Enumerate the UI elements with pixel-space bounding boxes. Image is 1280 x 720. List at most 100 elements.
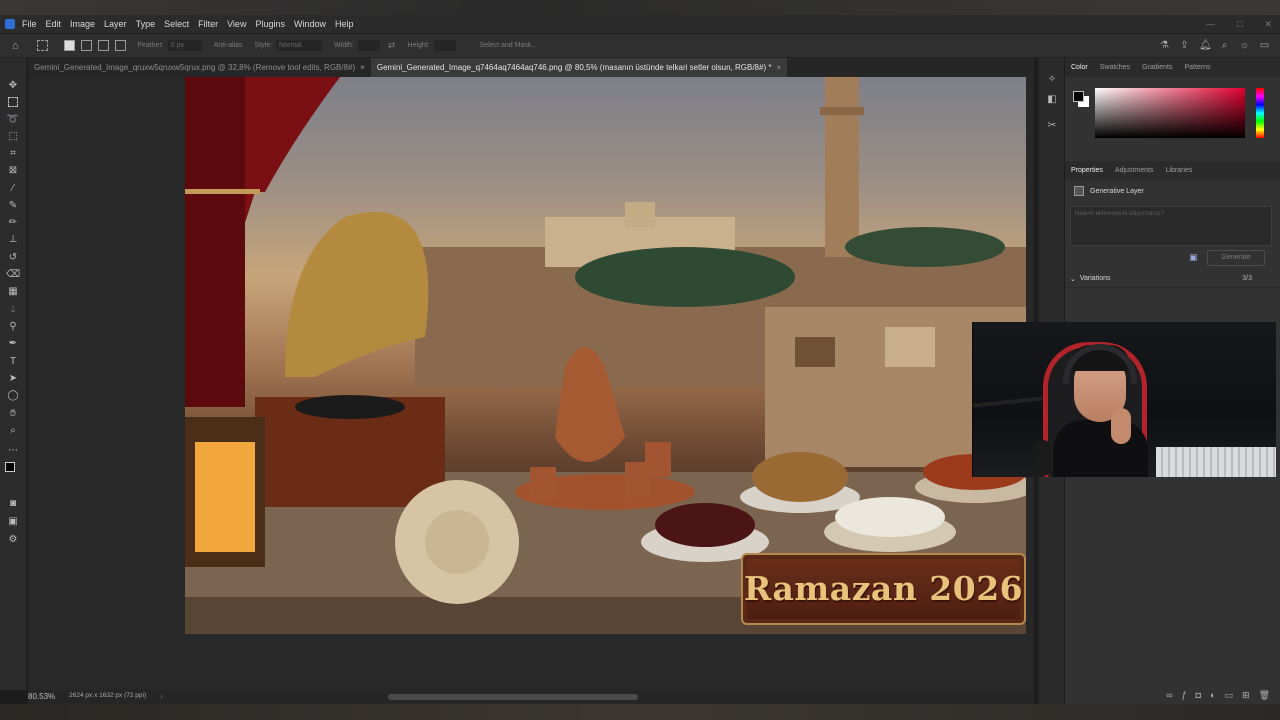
tab-color[interactable]: Color — [1071, 64, 1088, 71]
fx-icon[interactable]: ƒ — [1182, 690, 1187, 700]
lasso-tool-icon[interactable]: ➰ — [6, 114, 20, 126]
marquee-tool-icon[interactable] — [36, 40, 48, 51]
variations-row[interactable]: ⌄ Variations 3/3 — [1065, 270, 1280, 288]
discover-icon[interactable]: ✧ — [1046, 74, 1058, 86]
menu-layer[interactable]: Layer — [104, 19, 127, 29]
artwork-canvas[interactable]: Ramazan 2026 — [185, 77, 1026, 634]
quick-mask-icon[interactable]: ◙ — [6, 498, 20, 510]
tab-swatches[interactable]: Swatches — [1100, 64, 1130, 71]
menu-type[interactable]: Type — [136, 19, 156, 29]
bell-icon[interactable]: 🔔︎ — [1199, 40, 1212, 51]
menu-window[interactable]: Window — [294, 19, 326, 29]
menu-image[interactable]: Image — [70, 19, 95, 29]
group-icon[interactable]: ▭ — [1225, 690, 1234, 701]
bottom-strip — [0, 704, 1280, 720]
tab-adjustments[interactable]: Adjustments — [1115, 167, 1154, 174]
color-picker-field[interactable] — [1095, 88, 1245, 138]
lightbulb-icon[interactable]: ☼ — [1239, 40, 1250, 51]
status-arrow-icon[interactable]: › — [160, 692, 163, 704]
minimize-icon[interactable]: — — [1206, 15, 1215, 33]
tools-icon[interactable]: ✂ — [1046, 120, 1058, 132]
new-selection-icon[interactable] — [63, 40, 75, 51]
maximize-icon[interactable]: □ — [1237, 15, 1242, 33]
dodge-tool-icon[interactable]: ⚲ — [6, 321, 20, 333]
chevron-down-icon[interactable]: ⌄ — [1070, 275, 1076, 283]
clone-stamp-tool-icon[interactable]: ⊥ — [6, 234, 20, 246]
foreground-color-swatch[interactable] — [1073, 91, 1084, 102]
add-selection-icon[interactable] — [80, 40, 92, 51]
workspace-icon[interactable]: ▭ — [1259, 40, 1270, 51]
mask-icon[interactable]: ◘ — [1196, 690, 1201, 700]
path-selection-tool-icon[interactable]: ➤ — [6, 373, 20, 385]
tab-libraries[interactable]: Libraries — [1165, 167, 1192, 174]
document-dimensions[interactable]: 2624 px x 1632 px (72 ppi) — [69, 692, 146, 704]
tab-patterns[interactable]: Patterns — [1184, 64, 1210, 71]
home-icon[interactable]: ⌂ — [12, 40, 19, 52]
menu-view[interactable]: View — [227, 19, 246, 29]
gradient-tool-icon[interactable]: ▦ — [6, 286, 20, 298]
move-tool-icon[interactable]: ✥ — [6, 80, 20, 92]
tab-properties[interactable]: Properties — [1071, 167, 1103, 174]
tab-gradients[interactable]: Gradients — [1142, 64, 1172, 71]
adjustments-icon[interactable]: ◧ — [1046, 94, 1058, 106]
close-tab-icon[interactable]: × — [360, 58, 365, 77]
rectangular-marquee-tool-icon[interactable] — [8, 97, 18, 107]
feather-label: Feather: — [137, 42, 164, 49]
width-input[interactable] — [357, 40, 380, 51]
more-tools-icon[interactable]: ⋯ — [6, 445, 20, 457]
height-input[interactable] — [433, 40, 456, 51]
close-tab-icon[interactable]: × — [776, 58, 781, 77]
eyedropper-tool-icon[interactable]: ⁄ — [6, 183, 20, 195]
link-icon[interactable]: ∞ — [1166, 690, 1172, 700]
new-layer-icon[interactable]: ⊞ — [1242, 690, 1250, 701]
hand-tool-icon[interactable]: ✋︎ — [6, 408, 20, 420]
screen-mode-icon[interactable]: ▣ — [6, 516, 20, 528]
edit-toolbar-icon[interactable]: ⚙ — [6, 534, 20, 546]
zoom-tool-icon[interactable]: ⌕ — [6, 425, 20, 437]
frame-tool-icon[interactable]: ⊠ — [6, 165, 20, 177]
subtract-selection-icon[interactable] — [97, 40, 109, 51]
reference-image-icon[interactable]: ▣ — [1189, 252, 1200, 263]
pen-tool-icon[interactable]: ✒ — [6, 338, 20, 350]
spot-healing-tool-icon[interactable]: ✎ — [6, 200, 20, 212]
flask-icon[interactable]: ⚗ — [1159, 40, 1170, 51]
generate-button[interactable]: Generate — [1207, 250, 1265, 266]
document-canvas-area[interactable]: Ramazan 2026 — [28, 77, 1034, 690]
object-selection-tool-icon[interactable]: ⬚ — [6, 131, 20, 143]
document-tab-label: Gemini_Generated_Image_q7464aq7464aq746.… — [376, 63, 772, 72]
trash-icon[interactable]: 🗑︎ — [1259, 690, 1270, 701]
swap-icon[interactable]: ⇄ — [388, 40, 396, 51]
close-icon[interactable]: ✕ — [1264, 15, 1272, 33]
prompt-input[interactable]: Nelerin eklenmesini istiyorsunuz? — [1070, 206, 1272, 246]
crop-tool-icon[interactable]: ⌗ — [6, 148, 20, 160]
menu-file[interactable]: File — [22, 19, 37, 29]
brush-tool-icon[interactable]: ✏ — [6, 217, 20, 229]
document-tab[interactable]: Gemini_Generated_Image_qruxw5qruxw5qrux.… — [28, 58, 371, 77]
eraser-tool-icon[interactable]: ⌫ — [6, 269, 20, 281]
blur-tool-icon[interactable]: 💧︎ — [6, 304, 20, 316]
foreground-color-swatch[interactable] — [5, 462, 15, 472]
feather-input[interactable]: 0 px — [167, 40, 202, 51]
scrollbar-thumb[interactable] — [388, 694, 638, 700]
menu-select[interactable]: Select — [164, 19, 189, 29]
adjustment-layer-icon[interactable]: ◐ — [1210, 690, 1215, 700]
select-mask-button[interactable]: Select and Mask... — [480, 42, 538, 49]
menu-filter[interactable]: Filter — [198, 19, 218, 29]
ellipse-tool-icon[interactable]: ◯ — [6, 390, 20, 402]
hue-slider[interactable] — [1256, 88, 1264, 138]
history-brush-tool-icon[interactable]: ↺ — [6, 252, 20, 264]
menu-help[interactable]: Help — [335, 19, 354, 29]
app-logo-icon — [5, 19, 15, 29]
microphone-arm — [973, 396, 1044, 408]
style-select[interactable]: Normal — [276, 40, 323, 51]
document-tab-active[interactable]: Gemini_Generated_Image_q7464aq7464aq746.… — [370, 58, 788, 77]
type-tool-icon[interactable]: T — [6, 356, 20, 368]
horizontal-scrollbar[interactable] — [28, 690, 1034, 704]
zoom-level[interactable]: 80.53% — [28, 692, 55, 704]
intersect-selection-icon[interactable] — [114, 40, 126, 51]
menu-plugins[interactable]: Plugins — [255, 19, 285, 29]
menu-edit[interactable]: Edit — [46, 19, 62, 29]
share-icon[interactable]: ⇪ — [1179, 40, 1190, 51]
antialias-checkbox[interactable]: Anti-alias — [214, 42, 243, 49]
search-icon[interactable]: ⌕ — [1219, 40, 1230, 51]
